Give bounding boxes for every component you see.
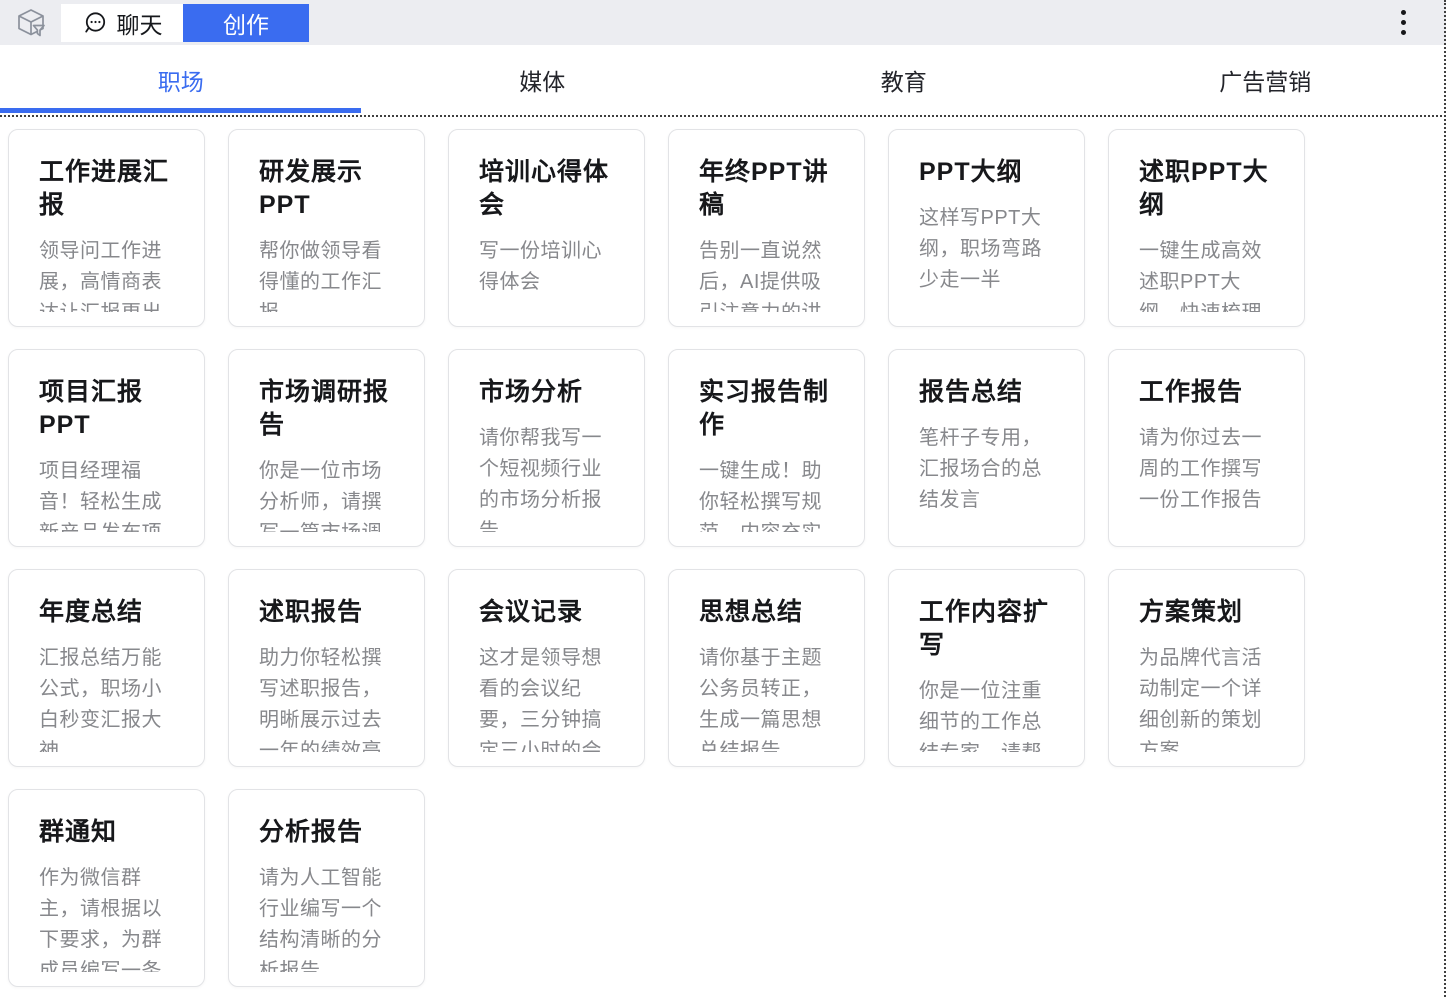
card-description: 这才是领导想看的会议纪要，三分钟搞定三小时的会议 <box>479 643 614 752</box>
card-title: 工作报告 <box>1139 376 1274 409</box>
card-description: 写一份培训心得体会 <box>479 236 614 298</box>
template-card[interactable]: 方案策划 为品牌代言活动制定一个详细创新的策划方案 <box>1108 569 1305 767</box>
template-card[interactable]: 工作报告 请为你过去一周的工作撰写一份工作报告 <box>1108 349 1305 547</box>
template-card[interactable]: 述职PPT大纲 一键生成高效述职PPT大纲，快速梳理重点 <box>1108 129 1305 327</box>
card-title: 研发展示PPT <box>259 156 394 222</box>
card-description: 助力你轻松撰写述职报告，明晰展示过去一年的绩效亮点 <box>259 643 394 752</box>
template-card[interactable]: 工作内容扩写 你是一位注重细节的工作总结专家，请帮我扩写工作内容 <box>888 569 1085 767</box>
card-title: 市场调研报告 <box>259 376 394 442</box>
card-title: 工作进展汇报 <box>39 156 174 222</box>
category-tab-label: 职场 <box>158 63 204 97</box>
template-card[interactable]: 工作进展汇报 领导问工作进展，高情商表达让汇报更出彩 <box>8 129 205 327</box>
template-grid: 工作进展汇报 领导问工作进展，高情商表达让汇报更出彩 研发展示PPT 帮你做领导… <box>8 129 1446 987</box>
card-description: 你是一位市场分析师，请撰写一篇市场调研报告 <box>259 456 394 532</box>
card-title: 述职PPT大纲 <box>1139 156 1274 222</box>
mode-switcher: 聊天 创作 <box>61 4 309 42</box>
card-title: 实习报告制作 <box>699 376 834 442</box>
template-card[interactable]: 项目汇报PPT 项目经理福音！轻松生成新产品发布项目汇报 <box>8 349 205 547</box>
card-title: 市场分析 <box>479 376 614 409</box>
category-tab-label: 教育 <box>881 63 927 97</box>
card-title: 工作内容扩写 <box>919 596 1054 662</box>
card-title: 方案策划 <box>1139 596 1274 629</box>
card-description: 作为微信群主，请根据以下要求，为群成员编写一条通知 <box>39 863 174 972</box>
tab-chat-label: 聊天 <box>117 6 163 40</box>
card-description: 一键生成高效述职PPT大纲，快速梳理重点 <box>1139 236 1274 312</box>
template-card[interactable]: 群通知 作为微信群主，请根据以下要求，为群成员编写一条通知 <box>8 789 205 987</box>
card-description: 汇报总结万能公式，职场小白秒变汇报大神 <box>39 643 174 752</box>
category-tabbar: 职场 媒体 教育 广告营销 <box>0 45 1446 115</box>
topbar: 聊天 创作 <box>0 0 1446 45</box>
category-tab-media[interactable]: 媒体 <box>362 45 724 115</box>
card-title: 年度总结 <box>39 596 174 629</box>
template-card[interactable]: 市场调研报告 你是一位市场分析师，请撰写一篇市场调研报告 <box>228 349 425 547</box>
card-description: 你是一位注重细节的工作总结专家，请帮我扩写工作内容 <box>919 676 1054 752</box>
tab-create-label: 创作 <box>223 6 269 40</box>
template-card[interactable]: 思想总结 请你基于主题公务员转正，生成一篇思想总结报告 <box>668 569 865 767</box>
card-title: PPT大纲 <box>919 156 1054 189</box>
kebab-menu-icon[interactable] <box>1394 7 1412 37</box>
category-tab-marketing[interactable]: 广告营销 <box>1085 45 1447 115</box>
tab-chat[interactable]: 聊天 <box>61 4 183 42</box>
category-tab-label: 媒体 <box>519 63 565 97</box>
card-title: 报告总结 <box>919 376 1054 409</box>
card-description: 请你基于主题公务员转正，生成一篇思想总结报告 <box>699 643 834 752</box>
template-card[interactable]: 研发展示PPT 帮你做领导看得懂的工作汇报 <box>228 129 425 327</box>
card-description: 请你帮我写一个短视频行业的市场分析报告 <box>479 423 614 532</box>
active-tab-underline <box>0 108 361 113</box>
template-card[interactable]: PPT大纲 这样写PPT大纲，职场弯路少走一半 <box>888 129 1085 327</box>
template-card[interactable]: 培训心得体会 写一份培训心得体会 <box>448 129 645 327</box>
template-panel: 工作进展汇报 领导问工作进展，高情商表达让汇报更出彩 研发展示PPT 帮你做领导… <box>0 115 1446 997</box>
card-title: 项目汇报PPT <box>39 376 174 442</box>
template-card[interactable]: 分析报告 请为人工智能行业编写一个结构清晰的分析报告 <box>228 789 425 987</box>
card-description: 笔杆子专用，汇报场合的总结发言 <box>919 423 1054 516</box>
card-title: 分析报告 <box>259 816 394 849</box>
card-description: 项目经理福音！轻松生成新产品发布项目汇报 <box>39 456 174 532</box>
card-description: 领导问工作进展，高情商表达让汇报更出彩 <box>39 236 174 312</box>
card-title: 培训心得体会 <box>479 156 614 222</box>
category-tab-education[interactable]: 教育 <box>723 45 1085 115</box>
tab-create[interactable]: 创作 <box>183 4 309 42</box>
card-description: 为品牌代言活动制定一个详细创新的策划方案 <box>1139 643 1274 752</box>
card-title: 会议记录 <box>479 596 614 629</box>
card-title: 年终PPT讲稿 <box>699 156 834 222</box>
template-card[interactable]: 年度总结 汇报总结万能公式，职场小白秒变汇报大神 <box>8 569 205 767</box>
card-title: 述职报告 <box>259 596 394 629</box>
card-description: 帮你做领导看得懂的工作汇报 <box>259 236 394 312</box>
template-card[interactable]: 述职报告 助力你轻松撰写述职报告，明晰展示过去一年的绩效亮点 <box>228 569 425 767</box>
template-card[interactable]: 会议记录 这才是领导想看的会议纪要，三分钟搞定三小时的会议 <box>448 569 645 767</box>
card-description: 请为你过去一周的工作撰写一份工作报告 <box>1139 423 1274 516</box>
template-card[interactable]: 市场分析 请你帮我写一个短视频行业的市场分析报告 <box>448 349 645 547</box>
card-description: 告别一直说然后，AI提供吸引注意力的讲稿 <box>699 236 834 312</box>
card-description: 一键生成！助你轻松撰写规范、内容充实的实习报告 <box>699 456 834 532</box>
card-description: 这样写PPT大纲，职场弯路少走一半 <box>919 203 1054 296</box>
panel-right-dotted-border <box>1444 0 1446 997</box>
category-tab-label: 广告营销 <box>1219 63 1311 97</box>
category-tab-workplace[interactable]: 职场 <box>0 45 362 115</box>
card-title: 群通知 <box>39 816 174 849</box>
template-card[interactable]: 报告总结 笔杆子专用，汇报场合的总结发言 <box>888 349 1085 547</box>
card-title: 思想总结 <box>699 596 834 629</box>
app-logo-button[interactable] <box>14 6 48 40</box>
card-description: 请为人工智能行业编写一个结构清晰的分析报告 <box>259 863 394 972</box>
template-card[interactable]: 年终PPT讲稿 告别一直说然后，AI提供吸引注意力的讲稿 <box>668 129 865 327</box>
cube-filter-icon <box>14 6 48 40</box>
template-card[interactable]: 实习报告制作 一键生成！助你轻松撰写规范、内容充实的实习报告 <box>668 349 865 547</box>
chat-bubble-icon <box>82 10 108 36</box>
